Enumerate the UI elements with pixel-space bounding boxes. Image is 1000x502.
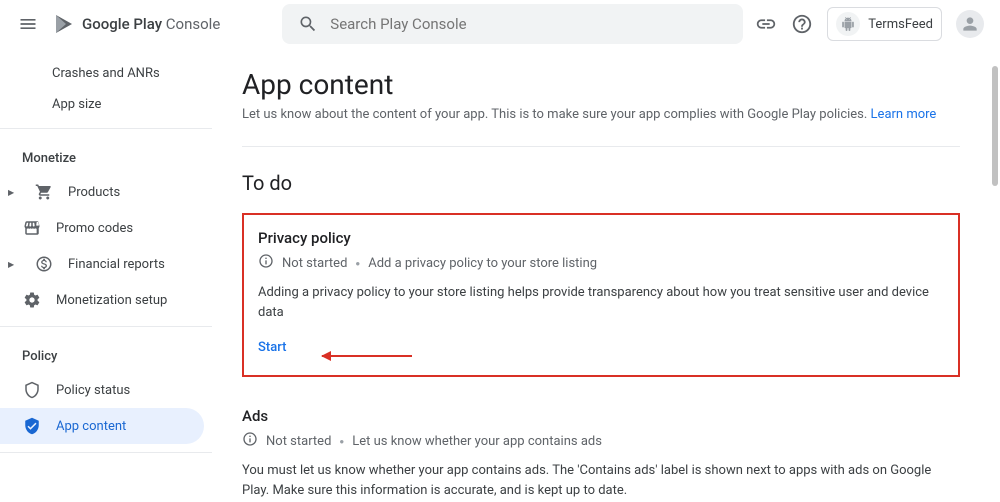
todo-title: To do <box>242 171 960 195</box>
card-privacy-policy: Privacy policy Not started ● Add a priva… <box>242 213 960 377</box>
card-status: Not started <box>282 256 347 271</box>
card-desc: Adding a privacy policy to your store li… <box>258 283 944 322</box>
card-desc: You must let us know whether your app co… <box>242 461 960 500</box>
annotation-arrow <box>322 355 412 357</box>
shield-icon <box>22 380 42 400</box>
page-title: App content <box>242 68 960 101</box>
info-icon <box>242 431 258 451</box>
card-ads: Ads Not started ● Let us know whether yo… <box>242 393 960 502</box>
android-icon <box>836 12 860 36</box>
link-icon[interactable] <box>755 13 777 35</box>
card-hint: Let us know whether your app contains ad… <box>352 434 602 449</box>
gear-icon <box>22 290 42 310</box>
sidebar-item-app-content[interactable]: App content <box>0 408 204 444</box>
section-monetize: Monetize <box>0 137 212 174</box>
sidebar-item-products[interactable]: ▶Products <box>0 174 204 210</box>
card-title: Ads <box>242 407 960 425</box>
help-icon[interactable] <box>791 13 813 35</box>
cart-icon <box>34 182 54 202</box>
shield-check-icon <box>22 416 42 436</box>
sidebar: Crashes and ANRs App size Monetize ▶Prod… <box>0 48 212 502</box>
page-subtitle: Let us know about the content of your ap… <box>242 107 960 122</box>
search-icon <box>298 14 318 34</box>
sidebar-item-policy-status[interactable]: Policy status <box>0 372 204 408</box>
storefront-icon <box>22 218 42 238</box>
search-bar[interactable] <box>282 4 743 44</box>
avatar[interactable] <box>956 10 984 38</box>
main-content: App content Let us know about the conten… <box>212 48 1000 502</box>
start-button[interactable]: Start <box>258 340 944 355</box>
sidebar-item-appsize[interactable]: App size <box>0 89 204 120</box>
card-hint: Add a privacy policy to your store listi… <box>368 256 597 271</box>
sidebar-item-crashes[interactable]: Crashes and ANRs <box>0 58 204 89</box>
menu-button[interactable] <box>16 12 40 36</box>
search-input[interactable] <box>330 15 727 33</box>
sidebar-item-monetization[interactable]: Monetization setup <box>0 282 204 318</box>
info-icon <box>258 253 274 273</box>
section-policy: Policy <box>0 335 212 372</box>
user-name: TermsFeed <box>868 17 933 32</box>
card-status: Not started <box>266 434 331 449</box>
dollar-icon <box>34 254 54 274</box>
learn-more-link[interactable]: Learn more <box>871 107 937 122</box>
user-chip[interactable]: TermsFeed <box>827 7 942 41</box>
sidebar-item-financial[interactable]: ▶Financial reports <box>0 246 204 282</box>
logo[interactable]: Google Play Console <box>52 12 220 36</box>
sidebar-item-promo[interactable]: Promo codes <box>0 210 204 246</box>
scrollbar[interactable] <box>988 48 1000 502</box>
play-console-icon <box>52 12 76 36</box>
card-title: Privacy policy <box>258 229 944 247</box>
